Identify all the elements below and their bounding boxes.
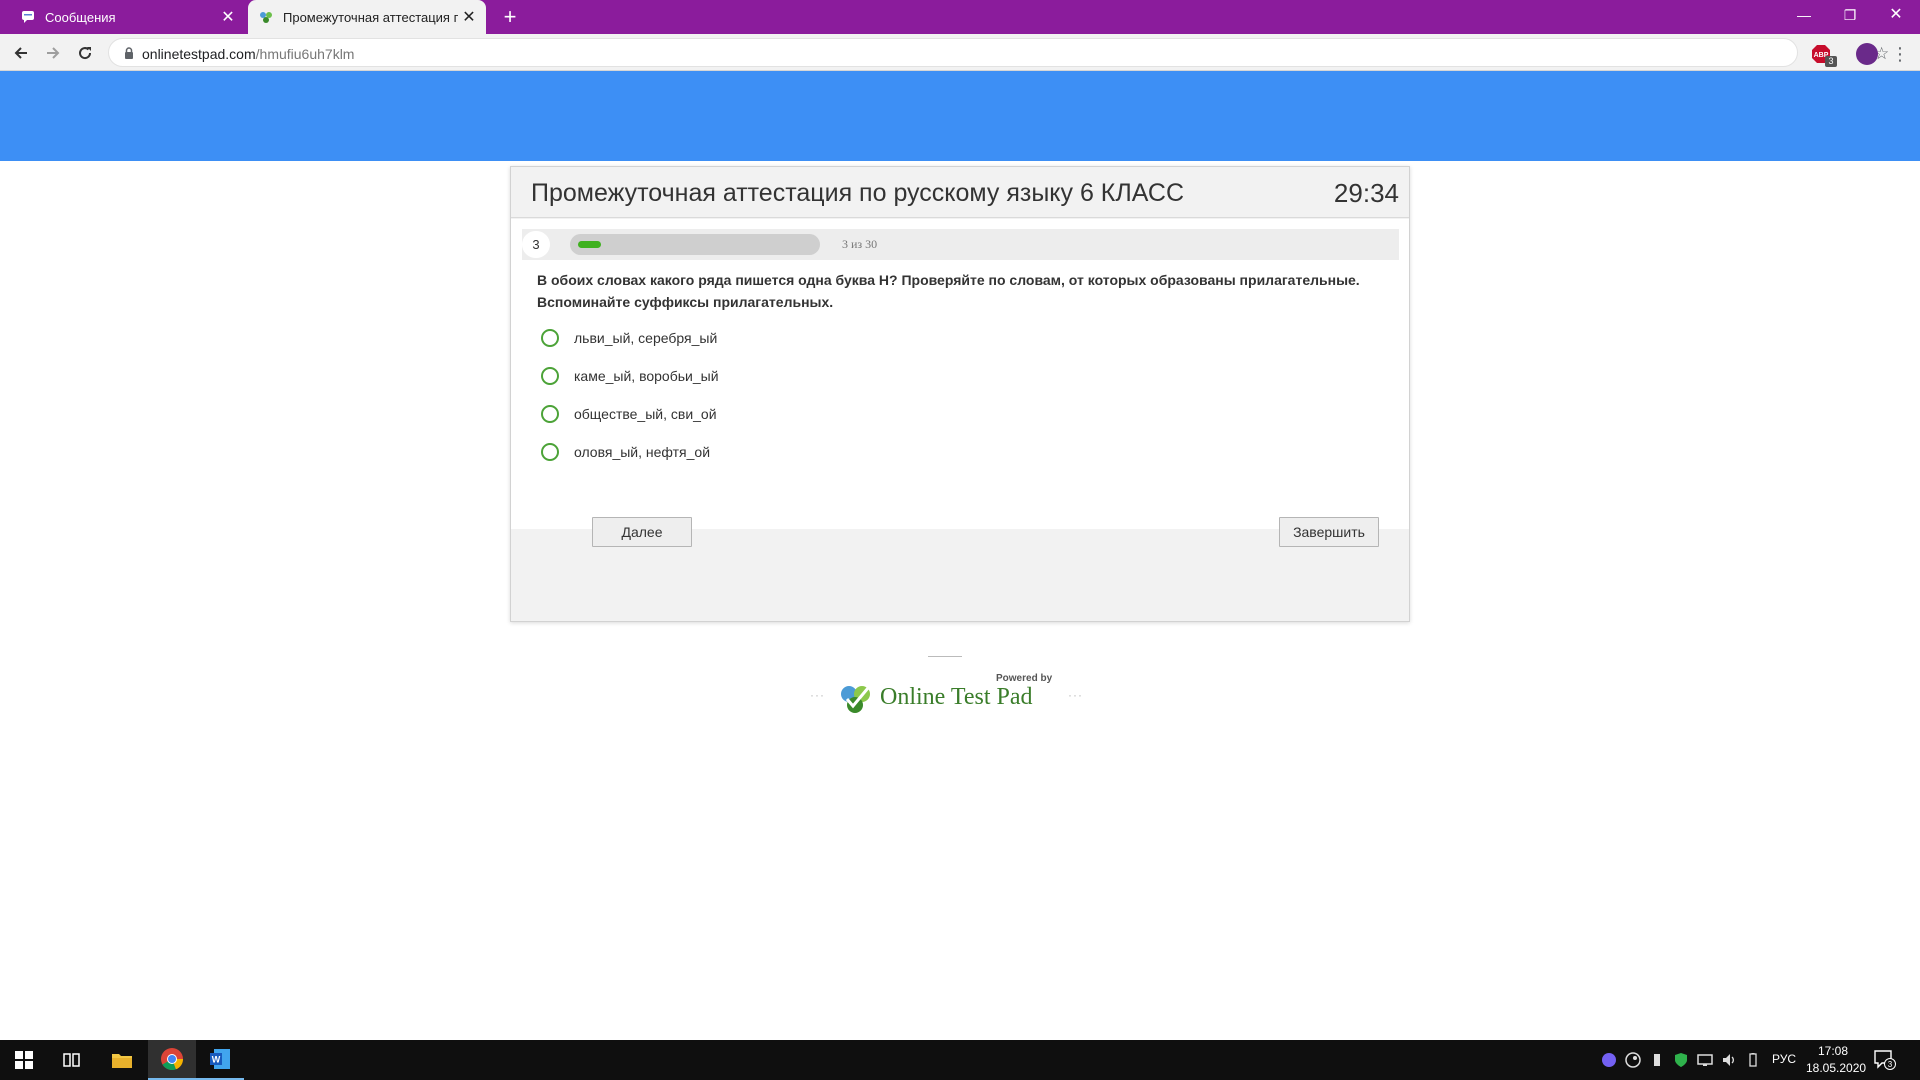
tab-label: Сообщения xyxy=(45,9,116,25)
url-text: onlinetestpad.com/hmufiu6uh7klm xyxy=(142,46,354,62)
clock-date: 18.05.2020 xyxy=(1806,1061,1867,1075)
url-path: /hmufiu6uh7klm xyxy=(255,46,355,62)
keyboard-language[interactable]: РУС xyxy=(1772,1052,1796,1066)
svg-text:W: W xyxy=(212,1055,221,1065)
notification-center-icon[interactable]: 3 xyxy=(1874,1050,1896,1070)
test-header: Промежуточная аттестация по русскому язы… xyxy=(511,167,1409,218)
close-icon[interactable]: ✕ xyxy=(217,7,239,27)
finish-button[interactable]: Завершить xyxy=(1279,517,1379,547)
answer-option[interactable]: льви_ый, серебря_ый xyxy=(541,319,1141,357)
divider xyxy=(928,656,962,657)
extension-badge: 3 xyxy=(1825,56,1837,67)
steam-icon[interactable] xyxy=(1625,1052,1641,1068)
back-arrow-icon[interactable] xyxy=(8,40,34,66)
lock-icon[interactable] xyxy=(122,46,136,60)
answer-option[interactable]: оловя_ый, нефтя_ой xyxy=(541,433,1141,471)
radio-button[interactable] xyxy=(541,367,559,385)
answer-option[interactable]: каме_ый, воробьи_ый xyxy=(541,357,1141,395)
radio-button[interactable] xyxy=(541,443,559,461)
viber-icon[interactable] xyxy=(1601,1052,1617,1068)
next-button[interactable]: Далее xyxy=(592,517,692,547)
word-icon[interactable]: W xyxy=(196,1040,244,1080)
minimize-icon[interactable]: — xyxy=(1781,0,1827,30)
restore-icon[interactable]: ❐ xyxy=(1827,0,1873,30)
forward-arrow-icon[interactable] xyxy=(40,40,66,66)
progress-bar xyxy=(570,234,820,255)
url-host: onlinetestpad.com xyxy=(142,46,256,62)
windows-start-icon[interactable] xyxy=(0,1040,48,1080)
progress-text: 3 из 30 xyxy=(842,237,878,251)
usb-icon[interactable] xyxy=(1649,1052,1665,1068)
answer-option[interactable]: обществе_ый, сви_ой xyxy=(541,395,1141,433)
task-view-icon[interactable] xyxy=(48,1040,96,1080)
reload-icon[interactable] xyxy=(72,40,98,66)
powered-by-label: Powered by xyxy=(996,673,1053,684)
question-number-badge: 3 xyxy=(522,231,550,258)
progress-bar-fill xyxy=(578,241,601,248)
volume-icon[interactable] xyxy=(1721,1052,1737,1068)
question-text: В обоих словах какого ряда пишется одна … xyxy=(537,272,1360,310)
battery-icon[interactable] xyxy=(1745,1052,1761,1068)
clock-time: 17:08 xyxy=(1817,1044,1849,1058)
decorative-dots: ··· xyxy=(810,688,825,702)
browser-toolbar: onlinetestpad.com/hmufiu6uh7klm ☆ ABP 3 … xyxy=(0,34,1920,71)
answer-label: льви_ый, серебря_ый xyxy=(574,330,718,346)
powered-by-footer: ··· Powered by Online Test Pad ··· xyxy=(810,656,1083,716)
site-header xyxy=(0,71,1920,161)
browser-titlebar: Сообщения ✕ Промежуточная аттестация по … xyxy=(0,0,1920,34)
address-bar[interactable]: onlinetestpad.com/hmufiu6uh7klm ☆ xyxy=(108,38,1889,67)
new-tab-button[interactable]: + xyxy=(497,4,523,30)
radio-button[interactable] xyxy=(541,329,559,347)
shield-icon[interactable] xyxy=(1673,1052,1689,1068)
testpad-icon xyxy=(259,10,273,24)
answer-label: каме_ый, воробьи_ый xyxy=(574,368,719,384)
tab-messages[interactable]: Сообщения ✕ xyxy=(10,0,245,34)
network-icon[interactable] xyxy=(1697,1052,1713,1068)
chrome-icon[interactable] xyxy=(148,1040,196,1080)
tab-test[interactable]: Промежуточная аттестация по русскому язы… xyxy=(248,0,486,34)
question-panel: 3 3 из 30 В обоих словах какого ряда пиш… xyxy=(511,219,1409,547)
radio-button[interactable] xyxy=(541,405,559,423)
answer-label: оловя_ый, нефтя_ой xyxy=(574,444,711,460)
system-clock[interactable]: 17:08 18.05.2020 xyxy=(1806,1043,1867,1077)
notification-count: 3 xyxy=(1888,1060,1893,1069)
countdown-timer: 29:34 xyxy=(1333,178,1399,208)
window-close-icon[interactable]: ✕ xyxy=(1873,0,1919,30)
online-test-pad-logo-icon[interactable] xyxy=(838,682,874,716)
page-viewport: Промежуточная аттестация по русскому язы… xyxy=(0,71,1920,1040)
answer-options: льви_ый, серебря_ый каме_ый, воробьи_ый … xyxy=(541,319,1141,471)
test-card: Промежуточная аттестация по русскому язы… xyxy=(510,166,1410,622)
page-title: Промежуточная аттестация по русскому язы… xyxy=(531,179,1185,207)
close-icon[interactable]: ✕ xyxy=(458,7,480,27)
tab-label: Промежуточная аттестация по русскому язы… xyxy=(283,9,458,25)
brand-name[interactable]: Online Test Pad xyxy=(880,684,1033,711)
windows-taskbar: W РУС 17:08 18.05.2020 3 xyxy=(0,1040,1920,1080)
progress-row: 3 3 из 30 xyxy=(522,229,1399,260)
avatar[interactable] xyxy=(1856,43,1878,65)
kebab-menu-icon[interactable]: ⋮ xyxy=(1890,43,1910,65)
answer-label: обществе_ый, сви_ой xyxy=(574,406,717,422)
chat-icon xyxy=(21,10,35,24)
file-explorer-icon[interactable] xyxy=(98,1040,146,1080)
decorative-dots: ··· xyxy=(1068,688,1083,702)
